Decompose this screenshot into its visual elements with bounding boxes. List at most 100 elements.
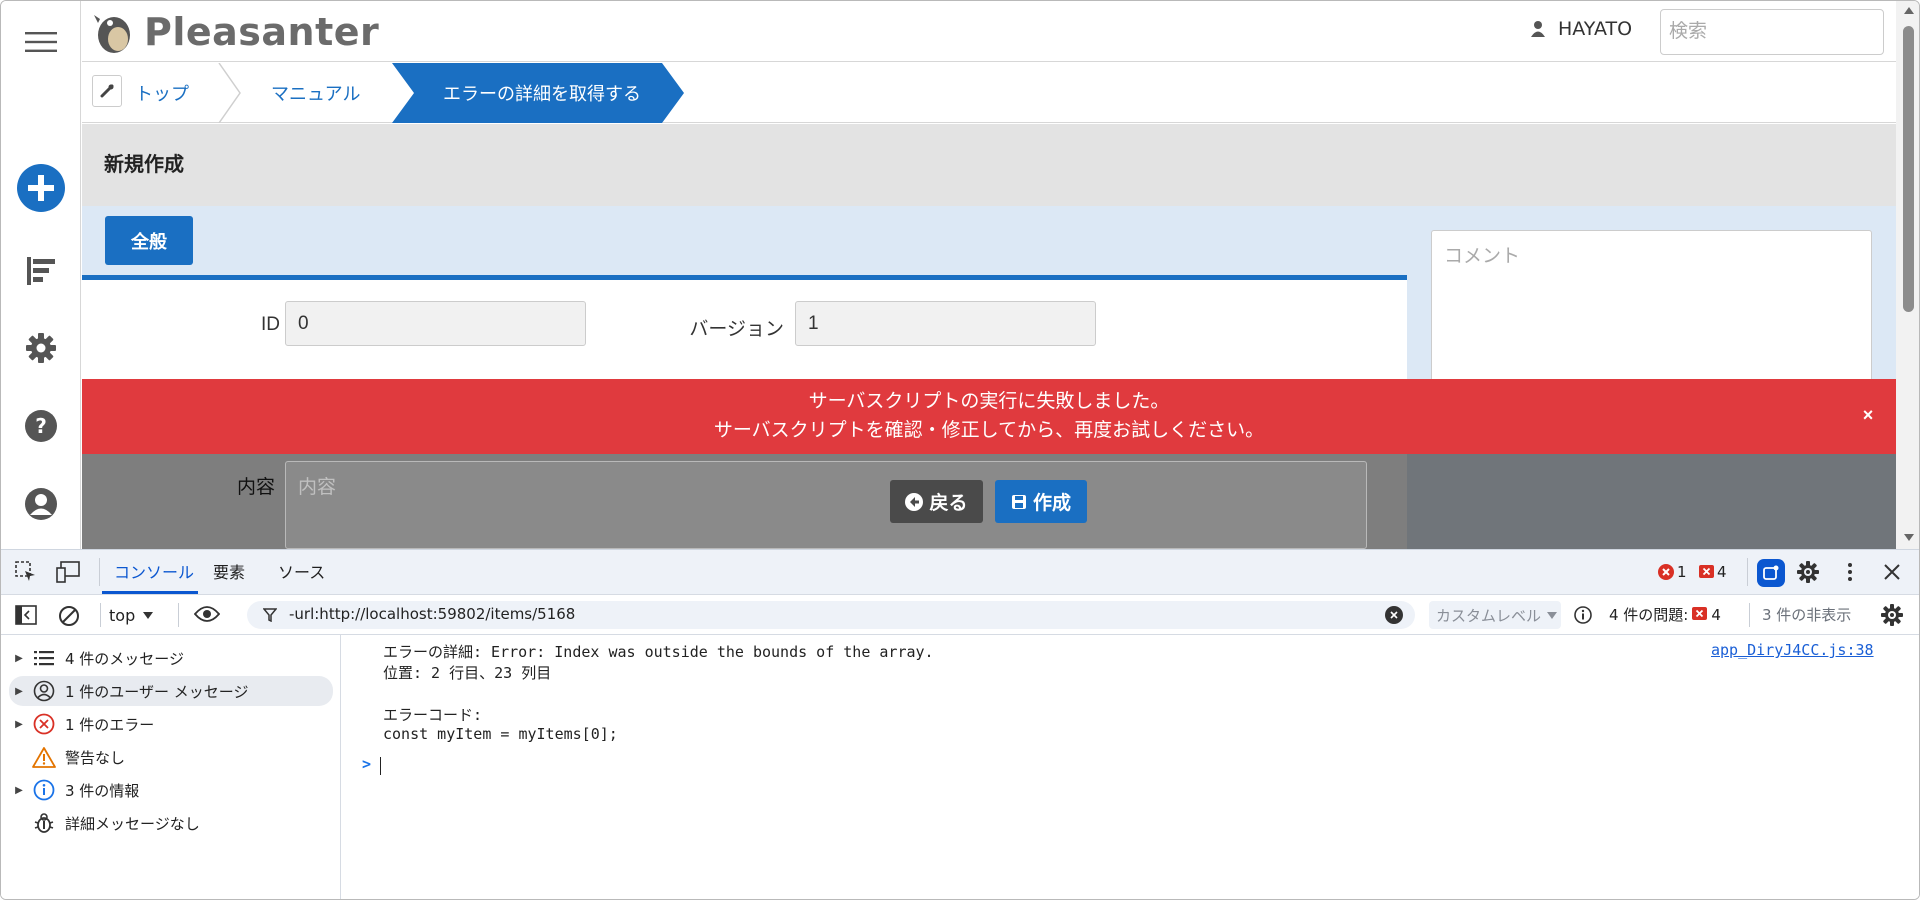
console-message-line: エラーの詳細: Error: Index was outside the bou… [383, 643, 934, 661]
info-circle-icon [29, 779, 59, 801]
issue-flag-icon [1699, 564, 1714, 578]
sidebar-item-label: 警告なし [65, 748, 126, 767]
sidebar-toggle-icon[interactable] [15, 605, 37, 629]
list-icon [29, 650, 59, 666]
issues-link[interactable]: 4 件の問題: 4 [1609, 604, 1721, 625]
tab-sources[interactable]: ソース [278, 550, 325, 595]
content-field[interactable] [285, 461, 1367, 549]
toolbar-divider [99, 558, 100, 586]
sidebar-item-user-messages[interactable]: ▶ 1 件のユーザー メッセージ [9, 676, 333, 706]
add-new-icon[interactable] [1, 162, 81, 214]
ai-assist-icon[interactable] [1757, 559, 1785, 587]
comment-field[interactable] [1431, 230, 1872, 400]
version-label: バージョン [689, 319, 784, 340]
user-circle-icon [29, 680, 59, 702]
expand-arrow-icon: ▶ [15, 685, 23, 697]
breadcrumb-top[interactable]: トップ [135, 63, 189, 123]
sidebar-item-label: 4 件のメッセージ [65, 649, 185, 668]
toolbar-divider [1747, 558, 1748, 586]
breadcrumb-current[interactable]: エラーの詳細を取得する [443, 63, 641, 123]
console-settings-gear-icon[interactable] [1881, 604, 1903, 630]
context-selector[interactable]: top [109, 601, 154, 629]
breadcrumb: トップ マニュアル エラーの詳細を取得する [82, 63, 1896, 123]
context-value: top [109, 605, 136, 625]
error-banner: サーバスクリプトの実行に失敗しました。 サーバスクリプトを確認・修正してから、再… [82, 379, 1896, 454]
console-sidebar: ▶ 4 件のメッセージ ▶ 1 件のユーザー メッセージ ▶ 1 件のエラー 警… [1, 635, 341, 899]
scroll-up-icon[interactable] [1904, 7, 1914, 14]
console-prompt: > [362, 755, 372, 773]
page-scrollbar[interactable] [1896, 1, 1919, 549]
sidebar-item-messages[interactable]: ▶ 4 件のメッセージ [9, 643, 333, 673]
user-menu[interactable]: HAYATO [1530, 18, 1632, 40]
issue-counter[interactable]: 4 [1699, 563, 1727, 581]
scrollbar-thumb[interactable] [1903, 26, 1914, 312]
error-message-line2: サーバスクリプトを確認・修正してから、再度お試しください。 [713, 420, 1265, 441]
sidebar-item-info[interactable]: ▶ 3 件の情報 [9, 775, 333, 805]
link-icon[interactable] [92, 75, 122, 107]
console-message-line: 位置: 2 行目、23 列目 [383, 664, 552, 682]
pleasanter-app: ? Pleasanter HAYATO 検索 トップ マニュアル エラーの詳細を… [1, 1, 1919, 549]
tab-general[interactable]: 全般 [105, 216, 193, 265]
source-link[interactable]: app_DiryJ4CC.js:38 [1711, 641, 1874, 659]
hidden-count: 3 件の非表示 [1762, 606, 1852, 624]
create-button[interactable]: 作成 [995, 480, 1087, 523]
tab-console[interactable]: コンソール [114, 550, 194, 595]
sidebar-item-label: 1 件のエラー [65, 715, 155, 734]
error-circle-icon [29, 713, 59, 735]
toolbar-divider [100, 603, 101, 627]
menu-icon[interactable] [1, 21, 81, 63]
search-input[interactable] [1660, 9, 1884, 55]
live-expression-eye-icon[interactable] [193, 605, 221, 627]
tab-elements[interactable]: 要素 [213, 550, 245, 595]
sidebar-item-label: 詳細メッセージなし [65, 814, 200, 833]
info-icon[interactable] [1574, 606, 1592, 628]
error-counter[interactable]: 1 [1658, 563, 1687, 581]
gear-icon[interactable] [1, 327, 81, 369]
brand-logo[interactable]: Pleasanter [92, 7, 379, 57]
brand-bird-icon [94, 15, 130, 53]
device-toolbar-icon[interactable] [56, 561, 80, 587]
expand-arrow-icon: ▶ [15, 784, 23, 796]
log-level-dropdown[interactable]: カスタムレベル [1429, 601, 1561, 629]
toolbar-divider [178, 603, 179, 627]
warning-icon [29, 746, 59, 768]
toolbar-divider [1749, 603, 1750, 627]
back-button-label: 戻る [929, 493, 968, 514]
log-level-label: カスタムレベル [1436, 606, 1542, 625]
id-field[interactable] [285, 301, 586, 346]
help-icon[interactable]: ? [1, 405, 81, 447]
inspect-element-icon[interactable] [15, 561, 37, 587]
sort-list-icon[interactable] [1, 251, 81, 291]
console-input-caret[interactable] [380, 757, 381, 775]
back-arrow-icon [905, 492, 924, 511]
filter-input[interactable]: -url:http://localhost:59802/items/5168 [247, 601, 1415, 629]
header: Pleasanter HAYATO [82, 1, 1896, 62]
settings-gear-icon[interactable] [1797, 561, 1819, 587]
sidebar-item-verbose[interactable]: 詳細メッセージなし [9, 808, 333, 838]
screen: ? Pleasanter HAYATO 検索 トップ マニュアル エラーの詳細を… [0, 0, 1920, 900]
sidebar-item-label: 1 件のユーザー メッセージ [65, 682, 249, 701]
more-vertical-icon[interactable] [1847, 562, 1853, 586]
back-button[interactable]: 戻る [890, 480, 983, 523]
issues-count: 4 [1711, 605, 1721, 624]
page-title: 新規作成 [104, 152, 184, 176]
user-icon [1531, 21, 1545, 37]
clear-filter-icon[interactable] [1385, 606, 1403, 624]
console-output: エラーの詳細: Error: Index was outside the bou… [342, 635, 1919, 899]
sidebar-item-label: 3 件の情報 [65, 781, 140, 800]
svg-text:?: ? [35, 414, 47, 438]
error-count: 1 [1677, 563, 1687, 581]
close-icon[interactable]: × [1858, 405, 1878, 425]
devtools-tabbar: コンソール 要素 ソース 1 4 [1, 550, 1919, 595]
clear-console-icon[interactable] [58, 605, 80, 631]
console-filter-bar: top -url:http://localhost:59802/items/51… [1, 595, 1919, 635]
account-icon[interactable] [1, 483, 81, 525]
version-field[interactable] [795, 301, 1096, 346]
breadcrumb-manual[interactable]: マニュアル [271, 63, 360, 123]
close-devtools-icon[interactable] [1883, 563, 1901, 585]
scroll-down-icon[interactable] [1904, 534, 1914, 541]
breadcrumb-separator [218, 63, 241, 123]
issue-count: 4 [1717, 563, 1727, 581]
sidebar-item-warnings[interactable]: 警告なし [9, 742, 333, 772]
sidebar-item-errors[interactable]: ▶ 1 件のエラー [9, 709, 333, 739]
